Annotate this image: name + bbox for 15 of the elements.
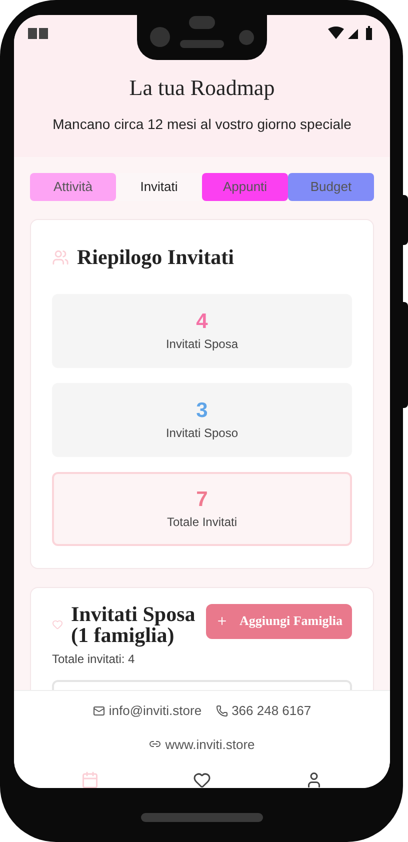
stat-label: Invitati Sposa (166, 336, 238, 352)
stat-label: Totale Invitati (166, 514, 238, 530)
guest-total: Totale invitati: 4 (52, 650, 136, 668)
website-link[interactable]: www.inviti.store (165, 734, 255, 754)
page-title: La tua Roadmap (129, 74, 275, 102)
page-subtitle: Mancano circa 12 mesi al vostro giorno speciale (52, 115, 352, 134)
email-link[interactable]: info@inviti.store (108, 701, 202, 720)
card-title: Riepilogo Invitati (77, 244, 234, 271)
stat-value: 4 (196, 308, 208, 334)
tab[interactable]: Attività (30, 173, 116, 201)
stat-value: 3 (196, 398, 208, 424)
section-title: Invitati Sposa (1 famiglia) (71, 604, 196, 646)
stat-value: 7 (196, 486, 208, 512)
stat-label: Invitati Sposo (166, 424, 238, 442)
phone-link[interactable]: 366 248 6167 (232, 701, 312, 720)
